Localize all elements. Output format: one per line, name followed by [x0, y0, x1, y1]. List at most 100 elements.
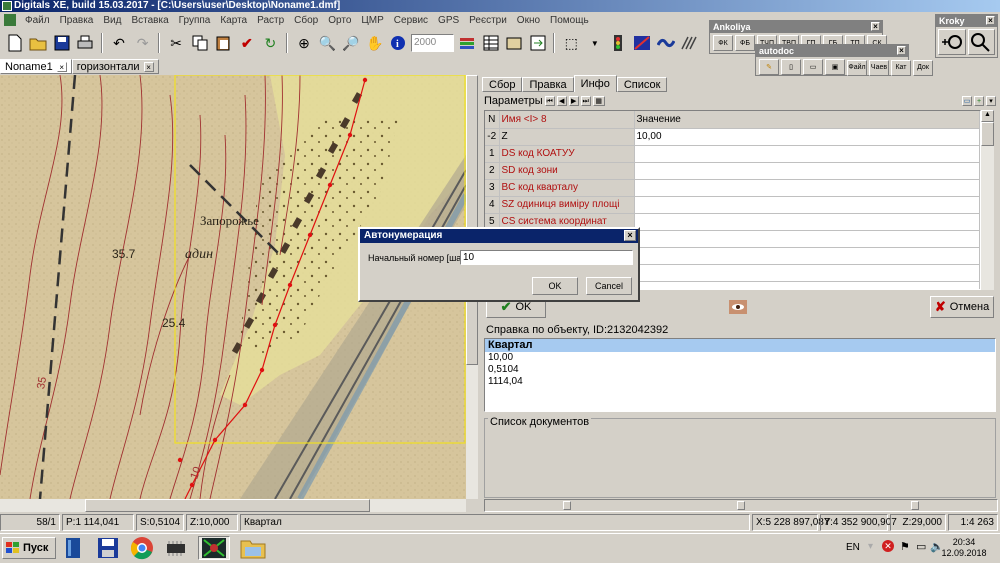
- tab-edit[interactable]: Правка: [522, 77, 574, 92]
- copy-icon[interactable]: [189, 32, 211, 54]
- menu-map[interactable]: Карта: [215, 15, 252, 26]
- layers-icon[interactable]: [456, 32, 478, 54]
- window-icon[interactable]: ▭: [803, 59, 823, 75]
- window-icon[interactable]: ▭: [962, 96, 972, 106]
- autodoc-palette-title[interactable]: autodoc ×: [756, 45, 908, 57]
- autodoc-button[interactable]: Файл: [847, 59, 867, 76]
- splitter-handle[interactable]: [911, 501, 919, 510]
- document-icon[interactable]: ▯: [781, 59, 801, 75]
- dialog-title-bar[interactable]: Автонумерация ×: [360, 229, 638, 243]
- open-folder-icon[interactable]: [28, 32, 50, 54]
- paste-icon[interactable]: [213, 32, 235, 54]
- tab-noname1[interactable]: Noname1 ×: [0, 59, 72, 74]
- zoom-out-icon[interactable]: 🔎: [340, 32, 362, 54]
- autodoc-button[interactable]: Кат: [891, 59, 911, 76]
- new-file-icon[interactable]: [4, 32, 26, 54]
- search-point-icon[interactable]: [967, 29, 995, 55]
- menu-registers[interactable]: Реєстри: [464, 15, 512, 26]
- menu-file[interactable]: Файл: [20, 15, 55, 26]
- attribute-value[interactable]: [634, 145, 980, 163]
- grid-vertical-scrollbar[interactable]: ▲: [981, 110, 994, 290]
- attribute-value[interactable]: 10,00: [634, 128, 980, 146]
- hatch-tool-icon[interactable]: [678, 32, 700, 54]
- ankoliya-button[interactable]: ФБ: [735, 35, 755, 51]
- check-icon[interactable]: ✔: [236, 32, 258, 54]
- pan-hand-icon[interactable]: ✋: [364, 32, 386, 54]
- table-row[interactable]: 2 SD код зони: [485, 162, 980, 180]
- tab-collect[interactable]: Сбор: [482, 77, 523, 92]
- tab-list[interactable]: Список: [616, 77, 668, 92]
- digitals-app-icon[interactable]: [198, 536, 230, 560]
- close-icon[interactable]: ×: [986, 16, 995, 25]
- info-icon[interactable]: i: [387, 32, 409, 54]
- export-icon[interactable]: [527, 32, 549, 54]
- attribute-value[interactable]: [634, 196, 980, 214]
- menu-window[interactable]: Окно: [512, 15, 545, 26]
- column-header-value[interactable]: Значение: [634, 111, 980, 129]
- menu-view[interactable]: Вид: [98, 15, 126, 26]
- attribute-value[interactable]: [634, 213, 980, 231]
- folder-app-icon[interactable]: [240, 536, 266, 560]
- close-icon[interactable]: ×: [143, 61, 154, 72]
- menu-raster[interactable]: Растр: [252, 15, 289, 26]
- cut-icon[interactable]: ✂: [165, 32, 187, 54]
- splitter-handle[interactable]: [563, 501, 571, 510]
- splitter-handle[interactable]: [737, 501, 745, 510]
- apply-arrow-icon[interactable]: ↻: [260, 32, 282, 54]
- save-icon[interactable]: [51, 32, 73, 54]
- zoom-in-icon[interactable]: 🔍: [317, 32, 339, 54]
- chevron-up-icon[interactable]: ▲: [981, 110, 994, 122]
- eye-icon[interactable]: [726, 296, 750, 318]
- kroky-palette-title[interactable]: Kroky ×: [936, 15, 997, 27]
- menu-edit[interactable]: Правка: [55, 15, 99, 26]
- autodoc-button[interactable]: Док: [913, 59, 933, 76]
- pencil-icon[interactable]: ✎: [759, 59, 779, 75]
- book-app-icon[interactable]: [62, 536, 86, 560]
- language-indicator[interactable]: EN: [846, 542, 860, 553]
- add-point-icon[interactable]: [938, 29, 966, 55]
- column-header-name[interactable]: Имя <I> 8: [499, 111, 635, 129]
- attribute-value[interactable]: [634, 179, 980, 197]
- attribute-value[interactable]: [634, 264, 980, 282]
- close-icon[interactable]: ×: [56, 61, 67, 72]
- ankoliya-button[interactable]: ФК: [713, 35, 733, 51]
- start-number-input[interactable]: 10: [460, 250, 633, 265]
- dialog-cancel-button[interactable]: Cancel: [586, 277, 632, 295]
- first-record-icon[interactable]: ⏮: [544, 96, 555, 106]
- menu-service[interactable]: Сервис: [389, 15, 433, 26]
- menu-dem[interactable]: ЦМР: [356, 15, 388, 26]
- autodoc-button[interactable]: Чаев: [869, 59, 889, 76]
- start-button[interactable]: Пуск: [2, 537, 56, 559]
- grid-view-icon[interactable]: ▦: [592, 96, 605, 106]
- chip-app-icon[interactable]: [164, 536, 188, 560]
- table-row[interactable]: 4 SZ одиниця виміру площі: [485, 196, 980, 214]
- menu-group[interactable]: Группа: [174, 15, 216, 26]
- menu-ortho[interactable]: Орто: [323, 15, 356, 26]
- redo-icon[interactable]: ↷: [132, 32, 154, 54]
- select-object-icon[interactable]: ⬚: [560, 32, 582, 54]
- attribute-value[interactable]: [634, 247, 980, 265]
- monitor-icon[interactable]: ▭: [916, 540, 926, 553]
- close-icon[interactable]: ×: [897, 46, 906, 55]
- chrome-icon[interactable]: [130, 536, 154, 560]
- close-icon[interactable]: ×: [624, 230, 636, 241]
- attribute-value[interactable]: [634, 230, 980, 248]
- dialog-ok-button[interactable]: OK: [532, 277, 578, 295]
- document-system-icon[interactable]: [4, 14, 16, 26]
- prev-record-icon[interactable]: ◀: [556, 96, 567, 106]
- column-header-n[interactable]: N: [485, 111, 500, 129]
- zoom-region-icon[interactable]: ⊕: [293, 32, 315, 54]
- table-row[interactable]: 3 BC код кварталу: [485, 179, 980, 197]
- attribute-value[interactable]: [634, 162, 980, 180]
- scrollbar-thumb[interactable]: [85, 499, 370, 512]
- clock-time[interactable]: 20:34: [942, 537, 986, 547]
- traffic-light-icon[interactable]: [608, 32, 630, 54]
- table-row[interactable]: 1 DS код КОАТУУ: [485, 145, 980, 163]
- scale-input[interactable]: 2000: [411, 34, 455, 52]
- clock-date[interactable]: 12.09.2018: [938, 548, 990, 558]
- menu-gps[interactable]: GPS: [433, 15, 464, 26]
- flag-icon[interactable]: ⚑: [900, 540, 910, 553]
- menu-insert[interactable]: Вставка: [126, 15, 173, 26]
- tab-info[interactable]: Инфо: [573, 75, 617, 92]
- dropdown-arrow-icon[interactable]: ▼: [584, 32, 606, 54]
